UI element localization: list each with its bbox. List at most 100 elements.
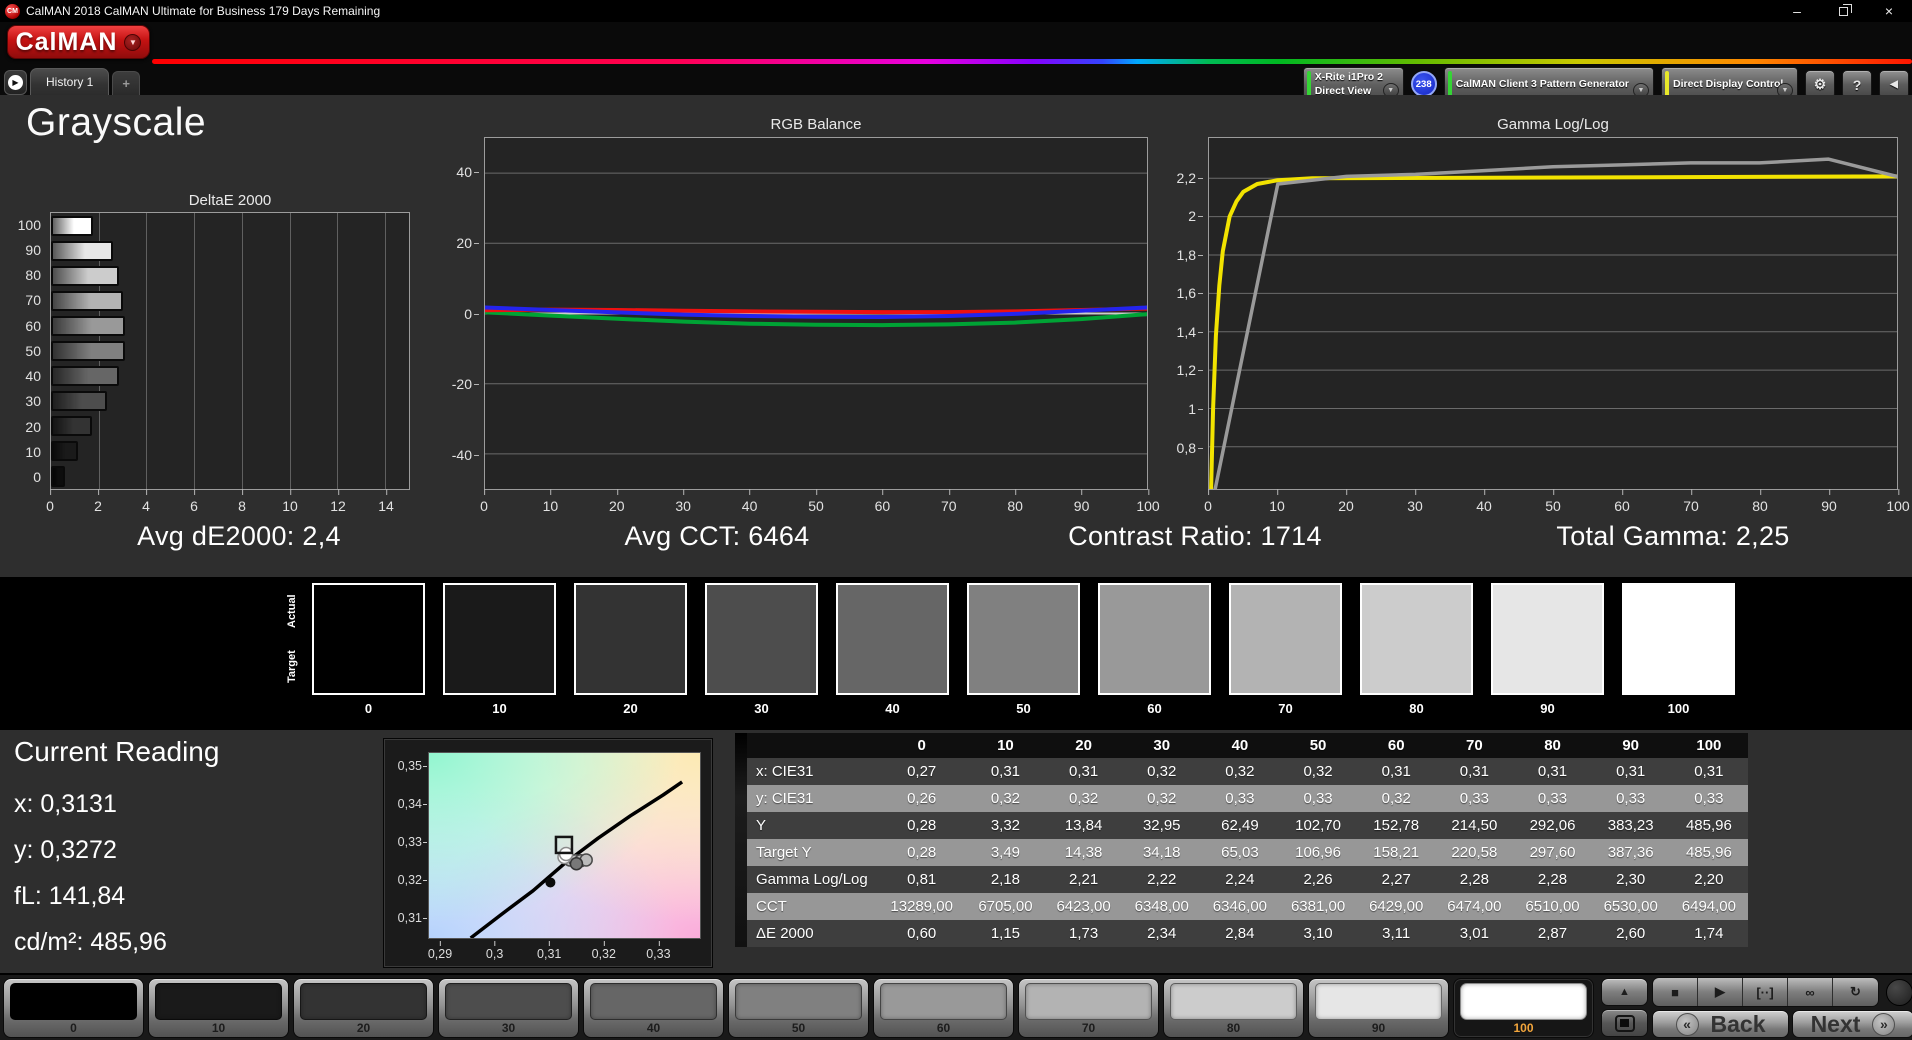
gear-icon: ⚙: [1813, 76, 1827, 92]
stop-button[interactable]: ■: [1653, 978, 1698, 1006]
x-tick-label: 100: [1886, 489, 1910, 514]
continuous-measure-button[interactable]: ∞: [1788, 978, 1833, 1006]
grayscale-swatch-10: 10: [443, 583, 556, 716]
add-tab-button[interactable]: +: [112, 71, 140, 95]
pattern-label: 10: [211, 1020, 226, 1035]
column-header: 70: [1435, 733, 1514, 758]
table-cell: 0,33: [1616, 790, 1646, 807]
window-controls: – ×: [1774, 0, 1912, 22]
table-cell: 1,15: [990, 925, 1021, 942]
continuous-measure-icon: ∞: [1805, 984, 1815, 1000]
table-row: ΔE 2000 0,60 1,15 1,73 2,34 2,84 3,10 3,11 3,01 2…: [747, 920, 1748, 947]
pattern-button-70[interactable]: 70: [1018, 977, 1159, 1038]
table-cell: 0,27: [907, 763, 937, 780]
x-tick-label: 0,33: [646, 941, 671, 961]
pattern-button-50[interactable]: 50: [728, 977, 869, 1038]
swatch-color: [574, 583, 687, 695]
table-scrollbar-gutter[interactable]: [735, 733, 747, 947]
pattern-label: 40: [646, 1020, 661, 1035]
table-cell: 0,33: [1303, 790, 1333, 807]
swatch-color: [1622, 583, 1735, 695]
pattern-swatch: [1460, 982, 1587, 1020]
close-button[interactable]: ×: [1866, 0, 1912, 22]
calman-menu-button[interactable]: CalMAN ▼: [7, 25, 150, 59]
x-tick-label: 70: [1683, 489, 1699, 514]
table-cell: 2,18: [990, 871, 1021, 888]
rgb-balance-chart: [483, 137, 1149, 490]
column-header: 20: [1044, 733, 1123, 758]
table-cell: 65,03: [1221, 844, 1259, 861]
column-header: 100: [1669, 733, 1748, 758]
pattern-up-button[interactable]: ▲: [1601, 978, 1648, 1006]
pattern-button-40[interactable]: 40: [583, 977, 724, 1038]
pattern-swatch: [10, 982, 137, 1020]
cie-plot: [469, 780, 684, 938]
meter-count-badge[interactable]: 238: [1410, 71, 1437, 97]
deltae-bar: [51, 265, 120, 286]
y-tick-label: 0,8: [1176, 439, 1204, 456]
x-tick-label: 0: [46, 489, 54, 514]
pattern-swatch: [300, 982, 427, 1020]
table-cell: 0,33: [1537, 790, 1568, 807]
transport-row: ■ ▶ [··] ∞ ↻: [1652, 977, 1912, 1007]
minimize-button[interactable]: –: [1774, 0, 1820, 22]
grayscale-swatch-0: 0: [312, 583, 425, 716]
pattern-label: 90: [1371, 1020, 1386, 1035]
pattern-button-0[interactable]: 0: [3, 977, 144, 1038]
y-tick-label: 80: [25, 267, 41, 284]
table-cell: 0,60: [907, 925, 937, 942]
next-button[interactable]: Next »: [1792, 1010, 1912, 1038]
swatch-color: [1491, 583, 1604, 695]
pattern-button-20[interactable]: 20: [293, 977, 434, 1038]
swatch-color: [1229, 583, 1342, 695]
back-button[interactable]: « Back: [1652, 1010, 1789, 1038]
pattern-window-button[interactable]: [1601, 1009, 1648, 1037]
y-tick-label: 0,32: [397, 872, 428, 887]
pattern-button-100[interactable]: 100: [1453, 977, 1594, 1038]
table-cell: 6510,00: [1525, 898, 1580, 915]
gamma-chart: [1208, 137, 1899, 491]
tab-history-1[interactable]: History 1: [30, 68, 110, 95]
table-cell: 6705,00: [978, 898, 1033, 915]
bar-row: [51, 464, 409, 489]
pattern-button-80[interactable]: 80: [1163, 977, 1304, 1038]
pattern-size-controls: ▲: [1601, 978, 1648, 1037]
source-name: CalMAN Client 3 Pattern Generator: [1455, 78, 1629, 91]
sidebar-toggle-button[interactable]: ▶: [4, 70, 27, 95]
table-cell: 0,33: [1694, 790, 1724, 807]
play-button[interactable]: ▶: [1698, 978, 1743, 1006]
restore-icon: [1838, 3, 1852, 16]
y-tick-label: 1,8: [1176, 246, 1204, 263]
row-label: CCT: [756, 898, 787, 915]
table-cell: 0,28: [907, 844, 937, 861]
table-cell: 2,84: [1225, 925, 1255, 942]
current-reading-title: Current Reading: [14, 736, 220, 767]
repeat-button[interactable]: ↻: [1833, 978, 1878, 1006]
measure-series-button[interactable]: [··]: [1743, 978, 1788, 1006]
pattern-button-30[interactable]: 30: [438, 977, 579, 1038]
deltae-y-axis: 100 90 80 70 60 50 40 30 20 10 0: [0, 212, 46, 490]
table-cell: 34,18: [1142, 844, 1181, 861]
rgb-balance-plot: [483, 172, 1149, 455]
x-tick-label: 50: [808, 489, 824, 514]
avg-cct-stat: Avg CCT: 6464: [624, 521, 810, 551]
x-tick-label: 30: [675, 489, 691, 514]
pattern-button-10[interactable]: 10: [148, 977, 289, 1038]
cie-y-axis: 0,35 0,34 0,33 0,32 0,31: [386, 752, 428, 939]
x-tick-label: 10: [542, 489, 559, 514]
x-tick-label: 30: [1407, 489, 1423, 514]
table-cell: 2,21: [1068, 871, 1099, 888]
table-cell: 2,22: [1147, 871, 1177, 888]
table-header-row: 0 10 20 30 40 50 60 70 80 90 100: [747, 733, 1748, 758]
reading-value: y: 0,3272: [14, 836, 117, 864]
pattern-button-60[interactable]: 60: [873, 977, 1014, 1038]
table-cell: 0,31: [1068, 763, 1099, 780]
column-header: 60: [1357, 733, 1436, 758]
restore-button[interactable]: [1820, 0, 1866, 22]
status-dot: [1886, 978, 1912, 1006]
column-header: 80: [1513, 733, 1592, 758]
y-tick-label: 10: [25, 444, 41, 461]
pattern-label: 0: [70, 1020, 77, 1035]
pattern-button-90[interactable]: 90: [1308, 977, 1449, 1038]
grayscale-swatch-80: 80: [1360, 583, 1473, 716]
